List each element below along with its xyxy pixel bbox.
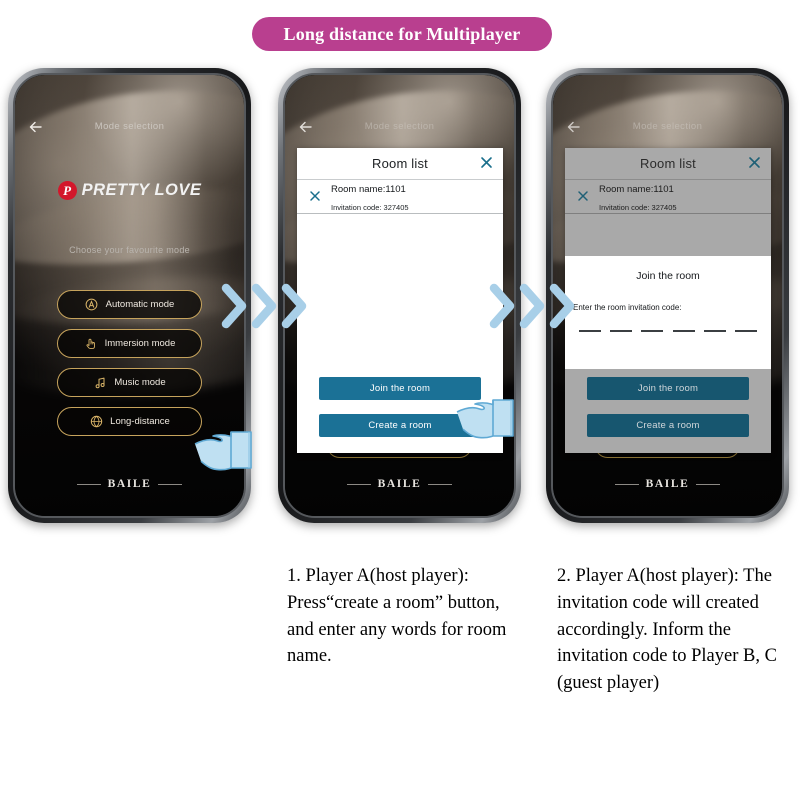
baile-wordmark: BAILE [107, 478, 152, 490]
chevron-right-icon [519, 283, 545, 329]
divider-left [614, 483, 639, 485]
divider-right [428, 483, 453, 485]
phone-mockup-1: Mode selection P PRETTY LOVE Choose your… [8, 68, 251, 523]
banner-title: Long distance for Multiplayer [252, 17, 552, 51]
code-slot[interactable] [703, 330, 726, 332]
mode-button-list: Automatic mode Immersion mode Music mode [57, 290, 202, 436]
invitation-code-value: Invitation code: 327405 [599, 202, 677, 212]
nav-title: Mode selection [632, 121, 703, 132]
join-dialog-title: Join the room [636, 270, 700, 282]
mode-label: Automatic mode [105, 299, 175, 310]
divider-right [696, 483, 721, 485]
close-icon[interactable] [748, 156, 761, 172]
room-list-title: Room list [372, 156, 428, 171]
phone-mockup-2: Mode selection remote mode Room list [278, 68, 521, 523]
infographic-canvas: Long distance for Multiplayer Mode selec… [0, 0, 800, 800]
divider-left [76, 483, 101, 485]
baile-footer-3: BAILE [553, 478, 782, 490]
room-name-value: Room name:1101 [599, 183, 674, 195]
phone-mockup-3: Mode selection remote mode Room list [546, 68, 789, 523]
mode-label: Long-distance [110, 416, 170, 427]
mode-button-long-distance[interactable]: Long-distance [57, 407, 202, 436]
phone-3-screen: Mode selection remote mode Room list [553, 75, 782, 516]
music-note-icon [93, 376, 107, 390]
phone-3-bezel: Mode selection remote mode Room list [551, 73, 784, 518]
room-action-buttons: Join the room Create a room [565, 377, 771, 453]
mode-label: Music mode [114, 377, 166, 388]
baile-wordmark: BAILE [377, 478, 422, 490]
divider-left [346, 483, 371, 485]
remove-room-icon[interactable] [577, 190, 589, 204]
mode-button-immersion[interactable]: Immersion mode [57, 329, 202, 358]
join-the-room-button[interactable]: Join the room [587, 377, 749, 400]
create-a-room-button[interactable]: Create a room [319, 414, 481, 437]
room-list-row[interactable]: Room name:1101 Invitation code: 327405 [565, 180, 771, 214]
logo-p-badge-icon: P [57, 181, 77, 200]
logo-wordmark: PRETTY LOVE [81, 181, 202, 199]
close-icon[interactable] [480, 156, 493, 172]
code-slot[interactable] [610, 330, 633, 332]
caption-step-2: 2. Player A(host player): The invitation… [557, 566, 777, 694]
nav-title: Mode selection [94, 121, 165, 132]
mode-button-automatic[interactable]: Automatic mode [57, 290, 202, 319]
phone-2-screen: Mode selection remote mode Room list [285, 75, 514, 516]
pretty-love-logo: P PRETTY LOVE [15, 181, 244, 200]
join-dialog-subtitle: Enter the room invitation code: [573, 303, 682, 312]
phone-1-bezel: Mode selection P PRETTY LOVE Choose your… [13, 73, 246, 518]
baile-footer-2: BAILE [285, 478, 514, 490]
code-slot[interactable] [734, 330, 757, 332]
globe-icon [89, 415, 103, 429]
hand-touch-icon [84, 337, 98, 351]
join-the-room-button[interactable]: Join the room [319, 377, 481, 400]
room-list-header: Room list [297, 148, 503, 180]
code-slot[interactable] [641, 330, 664, 332]
caption-step-1: 1. Player A(host player): Press“create a… [287, 566, 507, 667]
room-list-row[interactable]: Room name:1101 Invitation code: 327405 [297, 180, 503, 214]
remove-room-icon[interactable] [309, 190, 321, 204]
code-slot[interactable] [672, 330, 695, 332]
code-slot[interactable] [579, 330, 601, 332]
phone-1-screen: Mode selection P PRETTY LOVE Choose your… [15, 75, 244, 516]
mode-button-music[interactable]: Music mode [57, 368, 202, 397]
mode-label: Immersion mode [104, 338, 176, 349]
room-name-value: Room name:1101 [331, 183, 406, 195]
automatic-mode-icon [85, 298, 99, 312]
invitation-code-value: Invitation code: 327405 [331, 202, 409, 212]
baile-footer-1: BAILE [15, 478, 244, 490]
chevron-right-icon [251, 283, 277, 329]
room-list-modal-2: Room list Room name:1101 Invitation code… [297, 148, 503, 453]
create-a-room-button[interactable]: Create a room [587, 414, 749, 437]
divider-right [158, 483, 183, 485]
room-list-empty-area [297, 214, 503, 377]
nav-title: Mode selection [364, 121, 435, 132]
baile-wordmark: BAILE [645, 478, 690, 490]
join-room-dialog: Join the room Enter the room invitation … [565, 256, 771, 369]
invitation-code-input[interactable] [579, 330, 757, 332]
room-list-header: Room list [565, 148, 771, 180]
choose-mode-prompt: Choose your favourite mode [69, 245, 190, 255]
phone-2-bezel: Mode selection remote mode Room list [283, 73, 516, 518]
room-list-title: Room list [640, 156, 696, 171]
room-action-buttons: Join the room Create a room [297, 377, 503, 453]
